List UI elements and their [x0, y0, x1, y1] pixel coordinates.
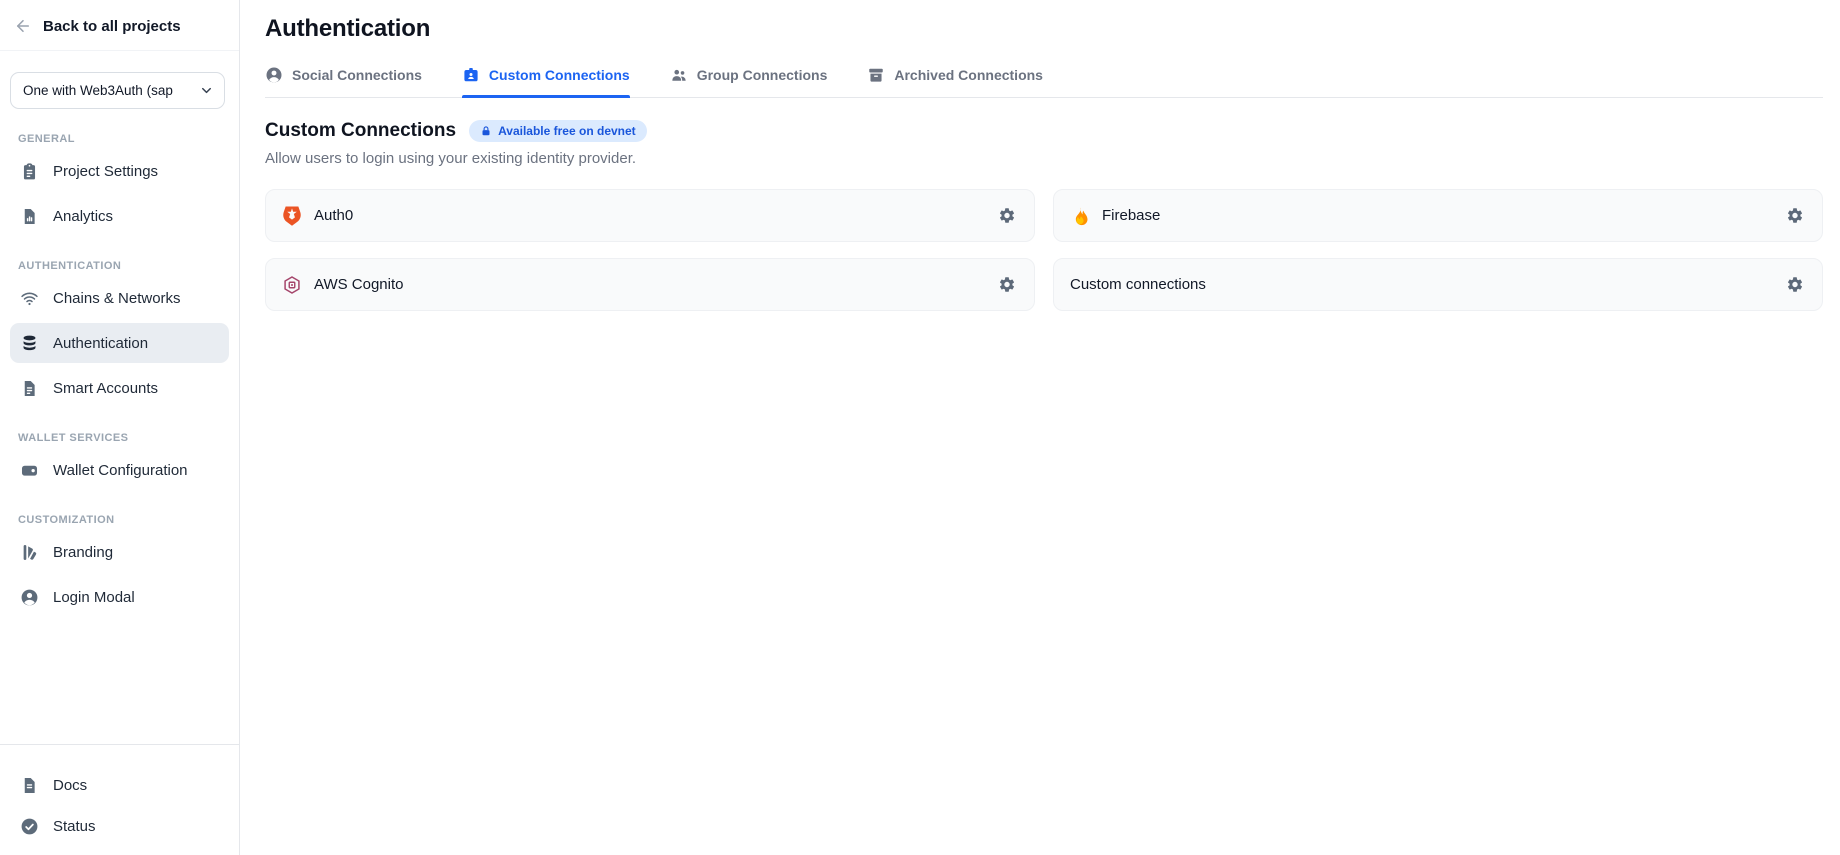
card-label: Auth0 [314, 207, 353, 224]
database-icon [20, 334, 39, 353]
user-circle-icon [20, 588, 39, 607]
section-title: Custom Connections [265, 120, 456, 142]
sidebar-item-label: Status [53, 818, 96, 835]
gear-icon[interactable] [1780, 201, 1810, 231]
file-icon [20, 379, 39, 398]
main-content: Authentication Social Connections Custom… [240, 0, 1840, 855]
card-auth0[interactable]: Auth0 [265, 189, 1035, 242]
archive-icon [867, 66, 885, 84]
clipboard-icon [20, 162, 39, 181]
sidebar-footer: Docs Status [0, 744, 239, 855]
sidebar-nav: GENERAL Project Settings Analytics AUTHE… [0, 109, 239, 622]
card-aws-cognito[interactable]: AWS Cognito [265, 258, 1035, 311]
tab-group-connections[interactable]: Group Connections [670, 66, 828, 97]
card-label: Custom connections [1070, 276, 1206, 293]
section-label-authentication: AUTHENTICATION [18, 260, 229, 272]
page-title: Authentication [265, 15, 1823, 43]
badge-label: Available free on devnet [498, 124, 636, 138]
card-label: AWS Cognito [314, 276, 403, 293]
tab-label: Archived Connections [894, 67, 1043, 83]
project-selector-value: One with Web3Auth (sap [23, 83, 173, 98]
card-custom-connections[interactable]: Custom connections [1053, 258, 1823, 311]
gear-icon[interactable] [1780, 270, 1810, 300]
aws-cognito-icon [282, 275, 302, 295]
tab-social-connections[interactable]: Social Connections [265, 66, 422, 97]
tab-archived-connections[interactable]: Archived Connections [867, 66, 1043, 97]
sidebar: Back to all projects One with Web3Auth (… [0, 0, 240, 855]
sidebar-item-label: Wallet Configuration [53, 462, 188, 479]
chevron-down-icon [199, 83, 214, 98]
connection-cards: Auth0 Firebase AWS Cognito [265, 189, 1823, 311]
project-selector[interactable]: One with Web3Auth (sap [10, 72, 225, 109]
section-header: Custom Connections Available free on dev… [265, 120, 1823, 142]
auth0-icon [282, 206, 302, 226]
analytics-icon [20, 207, 39, 226]
sidebar-item-branding[interactable]: Branding [10, 532, 229, 572]
tab-label: Group Connections [697, 67, 828, 83]
card-label: Firebase [1102, 207, 1160, 224]
sidebar-item-label: Docs [53, 777, 87, 794]
sidebar-item-label: Analytics [53, 208, 113, 225]
tab-label: Custom Connections [489, 67, 630, 83]
sidebar-item-smart-accounts[interactable]: Smart Accounts [10, 368, 229, 408]
sidebar-item-label: Branding [53, 544, 113, 561]
sidebar-item-project-settings[interactable]: Project Settings [10, 151, 229, 191]
lock-icon [480, 125, 492, 137]
sidebar-item-label: Authentication [53, 335, 148, 352]
gear-icon[interactable] [992, 270, 1022, 300]
sidebar-item-label: Chains & Networks [53, 290, 181, 307]
back-label: Back to all projects [43, 18, 181, 35]
people-group-icon [670, 66, 688, 84]
sidebar-item-analytics[interactable]: Analytics [10, 196, 229, 236]
check-circle-icon [20, 817, 39, 836]
person-circle-icon [265, 66, 283, 84]
sidebar-item-label: Project Settings [53, 163, 158, 180]
tab-custom-connections[interactable]: Custom Connections [462, 66, 630, 97]
devnet-badge: Available free on devnet [469, 120, 647, 142]
tab-bar: Social Connections Custom Connections Gr… [265, 66, 1823, 98]
gear-icon[interactable] [992, 201, 1022, 231]
sidebar-item-wallet-configuration[interactable]: Wallet Configuration [10, 450, 229, 490]
sidebar-item-docs[interactable]: Docs [10, 765, 229, 805]
firebase-icon [1070, 206, 1090, 226]
id-badge-icon [462, 66, 480, 84]
paint-icon [20, 543, 39, 562]
app-window: Back to all projects One with Web3Auth (… [0, 0, 1840, 855]
card-firebase[interactable]: Firebase [1053, 189, 1823, 242]
back-to-projects-link[interactable]: Back to all projects [0, 0, 239, 51]
section-label-customization: CUSTOMIZATION [18, 514, 229, 526]
sidebar-item-chains-networks[interactable]: Chains & Networks [10, 278, 229, 318]
sidebar-item-label: Login Modal [53, 589, 135, 606]
sidebar-item-status[interactable]: Status [10, 806, 229, 846]
wifi-icon [20, 289, 39, 308]
section-label-general: GENERAL [18, 133, 229, 145]
section-label-wallet-services: WALLET SERVICES [18, 432, 229, 444]
docs-icon [20, 776, 39, 795]
wallet-icon [20, 461, 39, 480]
tab-label: Social Connections [292, 67, 422, 83]
section-description: Allow users to login using your existing… [265, 150, 1823, 167]
sidebar-item-login-modal[interactable]: Login Modal [10, 577, 229, 617]
sidebar-item-authentication[interactable]: Authentication [10, 323, 229, 363]
sidebar-item-label: Smart Accounts [53, 380, 158, 397]
back-arrow-icon [14, 17, 32, 35]
